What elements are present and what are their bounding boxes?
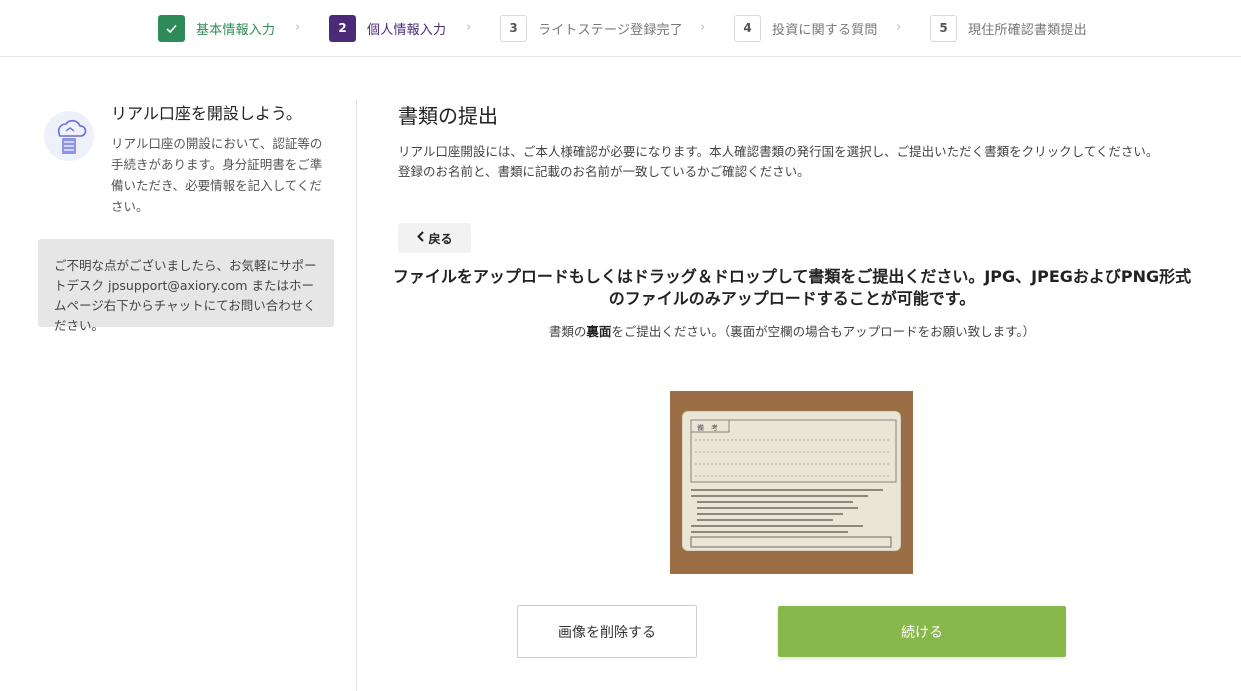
page-title: 書類の提出 (398, 104, 498, 128)
continue-button[interactable]: 続ける (778, 606, 1066, 657)
step-3-number: 3 (500, 14, 527, 42)
account-setup-icon (44, 111, 94, 161)
step-4-label: 投資に関する質問 (772, 22, 878, 38)
id-card-back-image: 備 考 (682, 411, 901, 551)
step-5-number: 5 (930, 14, 957, 42)
step-1-check-icon (158, 14, 185, 42)
chevron-right-icon: › (896, 20, 902, 35)
card-heading: 備 考 (697, 423, 718, 432)
side-note-prefix: 書類の (548, 324, 587, 339)
page-description: リアル口座開設には、ご本人様確認が必要になります。本人確認書類の発行国を選択し、… (398, 142, 1198, 182)
chevron-right-icon: › (466, 20, 472, 35)
progress-stepper: 基本情報入力 › 2 個人情報入力 › 3 ライトステージ登録完了 › 4 投資… (0, 0, 1241, 57)
back-button[interactable]: 戻る (398, 223, 471, 253)
intro-title: リアル口座を開設しよう。 (111, 104, 302, 123)
step-4: 4 投資に関する質問 (734, 14, 878, 42)
step-4-number: 4 (734, 14, 761, 42)
support-help-box: ご不明な点がございましたら、お気軽にサポートデスク jpsupport@axio… (38, 239, 334, 333)
intro-text: リアル口座の開設において、認証等の手続きがあります。身分証明書をご準備いただき、… (111, 136, 323, 214)
step-2: 2 個人情報入力 (329, 14, 446, 42)
side-note-suffix: をご提出ください。（裏面が空欄の場合もアップロードをお願い致します。） (611, 324, 1036, 339)
delete-image-button[interactable]: 画像を削除する (517, 605, 697, 658)
step-5: 5 現住所確認書類提出 (930, 14, 1087, 42)
chevron-right-icon: › (295, 20, 301, 35)
side-note-bold: 裏面 (586, 324, 612, 339)
upload-instructions: ファイルをアップロードもしくはドラッグ＆ドロップして書類をご提出ください。JPG… (392, 267, 1192, 308)
chevron-right-icon: › (700, 20, 706, 35)
chevron-left-icon (416, 230, 425, 246)
step-1: 基本情報入力 (158, 14, 275, 42)
description-line-1: リアル口座開設には、ご本人様確認が必要になります。本人確認書類の発行国を選択し、… (398, 144, 1159, 159)
step-3: 3 ライトステージ登録完了 (500, 14, 683, 42)
step-2-label: 個人情報入力 (367, 22, 447, 38)
back-label: 戻る (428, 231, 453, 246)
step-1-label: 基本情報入力 (196, 22, 276, 38)
step-3-label: ライトステージ登録完了 (538, 22, 683, 38)
step-5-label: 現住所確認書類提出 (968, 22, 1087, 38)
step-2-number: 2 (329, 14, 356, 42)
description-line-2: 登録のお名前と、書類に記載のお名前が一致しているかご確認ください。 (398, 164, 810, 179)
uploaded-document-preview[interactable]: 備 考 (670, 391, 913, 574)
column-divider (356, 100, 357, 691)
reverse-side-note: 書類の裏面をご提出ください。（裏面が空欄の場合もアップロードをお願い致します。） (392, 321, 1192, 340)
